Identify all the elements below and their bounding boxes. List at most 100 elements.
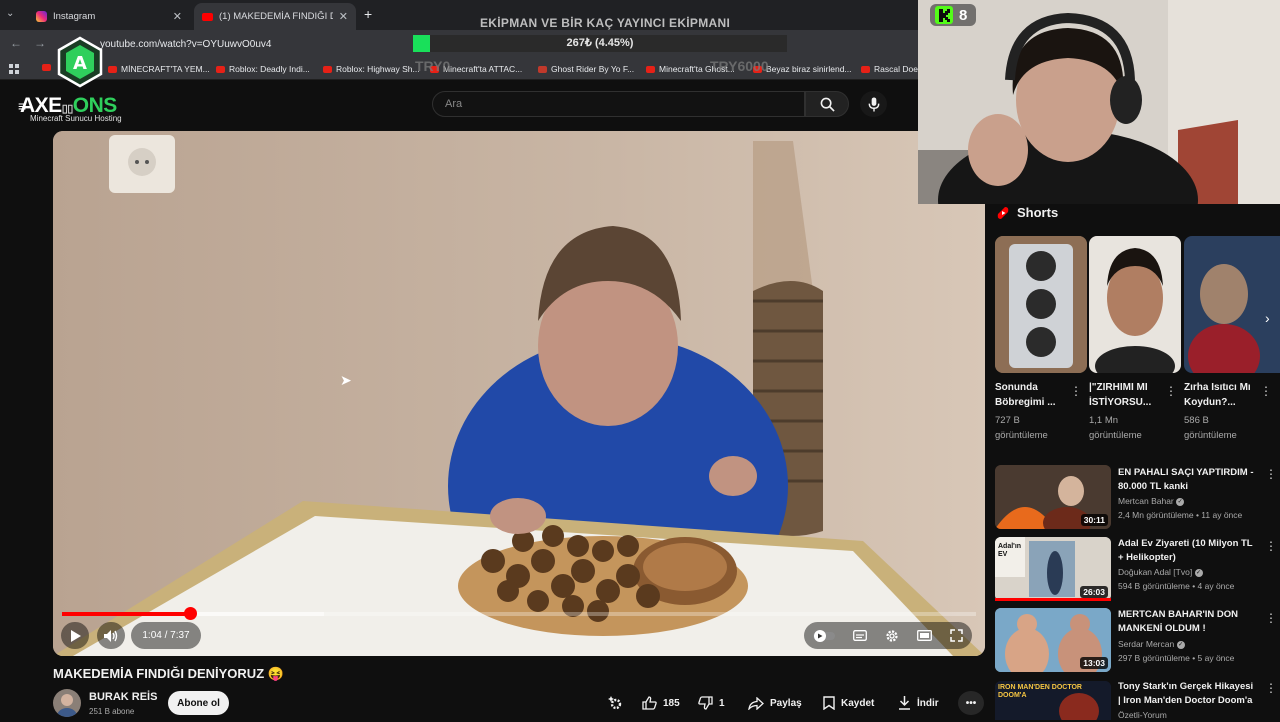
youtube-icon [646, 65, 655, 73]
search-input[interactable]: Ara [432, 91, 805, 117]
back-arrow-icon[interactable]: ← [10, 36, 22, 50]
volume-icon [104, 629, 118, 642]
channel-subscribers: 251 B abone [89, 707, 135, 716]
channel-label: Mertcan Bahar [1118, 496, 1174, 506]
short-menu-icon[interactable]: ⋮ [1070, 384, 1082, 398]
short-thumbnail[interactable] [995, 236, 1087, 373]
video-channel[interactable]: Doğukan Adal [Tvo] ✓ [1118, 565, 1268, 579]
short-thumbnail[interactable] [1184, 236, 1280, 373]
sparkle-gear-icon [608, 696, 622, 710]
search-icon [820, 97, 835, 112]
short-menu-icon[interactable]: ⋮ [1260, 384, 1272, 398]
channel-label: Serdar Mercan [1118, 639, 1175, 649]
url-field[interactable]: youtube.com/watch?v=OYUuwvO0uv4 [100, 34, 430, 54]
volume-button[interactable] [97, 622, 125, 649]
video-channel[interactable]: Serdar Mercan ✓ [1118, 637, 1268, 651]
watched-progress-bar [995, 598, 1111, 601]
video-player[interactable] [53, 131, 985, 656]
subscribe-button[interactable]: Abone ol [168, 691, 229, 715]
new-tab-button[interactable]: + [364, 6, 372, 22]
video-menu-icon[interactable]: ⋮ [1265, 611, 1277, 625]
bookmark-label: Ghost Rider By Yo F... [551, 64, 635, 74]
goal-title: EKİPMAN VE BİR KAÇ YAYINCI EKİPMANI [480, 16, 731, 30]
video-thumbnail[interactable]: 13:03 [995, 608, 1111, 672]
subtitles-icon[interactable] [853, 630, 867, 641]
tab-title: (1) MAKEDEMİA FINDIĞI DENİY [219, 11, 333, 22]
bookmark-item[interactable] [42, 64, 51, 71]
webcam-feed [918, 0, 1280, 204]
search-button[interactable] [805, 91, 849, 117]
autoplay-toggle-icon[interactable] [813, 629, 835, 642]
shorts-next-chevron-icon[interactable]: › [1265, 310, 1270, 326]
apps-grid-icon[interactable] [9, 64, 19, 74]
bookmark-label: Roblox: Deadly Indi... [229, 64, 310, 74]
thumbs-up-icon [642, 696, 657, 710]
video-thumbnail[interactable]: 30:11 [995, 465, 1111, 529]
video-channel[interactable]: Mertcan Bahar ✓ [1118, 494, 1268, 508]
video-menu-icon[interactable]: ⋮ [1265, 681, 1277, 695]
axeons-logo-icon: A [57, 36, 103, 88]
video-title[interactable]: Adal Ev Ziyareti (10 Milyon TL + Helikop… [1118, 537, 1258, 565]
youtube-icon [323, 65, 332, 73]
channel-label: Doğukan Adal [Tvo] [1118, 567, 1193, 577]
play-button[interactable] [61, 622, 89, 649]
youtube-icon [108, 65, 117, 73]
like-button[interactable]: 185 [634, 691, 688, 715]
channel-name[interactable]: BURAK REİS [89, 691, 157, 703]
video-title[interactable]: MERTCAN BAHAR'IN DON MANKENİ OLDUM ! [1118, 608, 1258, 636]
spider-man-thumbnail-image [1184, 236, 1280, 373]
video-frame-image [53, 131, 985, 656]
more-actions-button[interactable]: ••• [958, 691, 984, 715]
settings-gear-icon[interactable] [885, 629, 899, 643]
short-title[interactable]: |"ZIRHIMI MI İSTİYORSU... [1089, 380, 1167, 410]
short-title[interactable]: Sonunda Böbregimi ... [995, 380, 1073, 410]
tab-instagram[interactable]: Instagram ✕ [28, 3, 190, 30]
forward-arrow-icon[interactable]: → [34, 36, 46, 50]
channel-avatar[interactable] [53, 689, 81, 717]
video-menu-icon[interactable]: ⋮ [1265, 539, 1277, 553]
bookmark-label: Rascal Does [874, 64, 923, 74]
video-title[interactable]: Tony Stark'ın Gerçek Hikayesi | Iron Man… [1118, 680, 1258, 708]
bookmark-label: Minecraft'ta ATTAC... [443, 64, 523, 74]
dislike-button[interactable]: 1 [690, 691, 733, 715]
short-thumbnail[interactable] [1089, 236, 1181, 373]
bookmark-item[interactable]: Ghost Rider By Yo F... [538, 64, 634, 74]
theater-mode-icon[interactable] [917, 630, 932, 641]
bookmark-item[interactable]: Roblox: Highway Sh... [323, 64, 420, 74]
bookmark-item[interactable]: MİNECRAFT'TA YEM... [108, 64, 210, 74]
close-tab-icon[interactable]: ✕ [173, 10, 182, 23]
goal-end: TRY6000 [710, 58, 769, 74]
effects-button[interactable] [608, 691, 624, 715]
player-right-controls [804, 622, 972, 649]
save-button[interactable]: Kaydet [815, 691, 882, 715]
share-button[interactable]: Paylaş [740, 691, 810, 715]
video-thumbnail[interactable]: IRON MAN'DEN DOCTOR DOOM'A [995, 681, 1111, 720]
bookmark-icon [823, 696, 835, 710]
bookmark-item[interactable]: Roblox: Deadly Indi... [216, 64, 310, 74]
more-horizontal-icon: ••• [965, 697, 977, 709]
youtube-icon [861, 65, 870, 73]
fullscreen-icon[interactable] [950, 629, 963, 642]
video-thumbnail[interactable]: Adal'ın EV 26:03 [995, 537, 1111, 601]
close-tab-icon[interactable]: ✕ [339, 10, 348, 23]
video-title[interactable]: EN PAHALI SAÇI YAPTIRDIM - 80.000 TL kan… [1118, 466, 1258, 494]
video-meta: 2,4 Mn görüntüleme • 11 ay önce [1118, 510, 1243, 520]
short-menu-icon[interactable]: ⋮ [1165, 384, 1177, 398]
voice-search-button[interactable] [860, 91, 887, 117]
progress-scrubber-handle[interactable] [184, 607, 197, 620]
download-button[interactable]: İndir [890, 691, 947, 715]
hamburger-menu-icon[interactable]: ≡ [18, 98, 26, 114]
video-meta: 297 B görüntüleme • 5 ay önce [1118, 653, 1235, 663]
thumbnail-caption: Adal'ın EV [998, 543, 1022, 558]
video-menu-icon[interactable]: ⋮ [1265, 467, 1277, 481]
bookmarks-bar: MİNECRAFT'TA YEM... Roblox: Deadly Indi.… [0, 58, 922, 80]
svg-text:A: A [73, 53, 87, 74]
bookmark-item[interactable]: Rascal Does [861, 64, 922, 74]
tab-search-chevron-icon[interactable]: ⌄ [6, 8, 14, 19]
short-title[interactable]: Zırha Isıtıcı Mı Koydun?... [1184, 380, 1262, 410]
tab-youtube[interactable]: (1) MAKEDEMİA FINDIĞI DENİY ✕ [194, 3, 356, 30]
kick-viewer-badge: 8 [930, 4, 976, 26]
video-duration: 30:11 [1080, 514, 1108, 526]
share-arrow-icon [748, 696, 764, 710]
video-duration: 26:03 [1080, 586, 1108, 598]
